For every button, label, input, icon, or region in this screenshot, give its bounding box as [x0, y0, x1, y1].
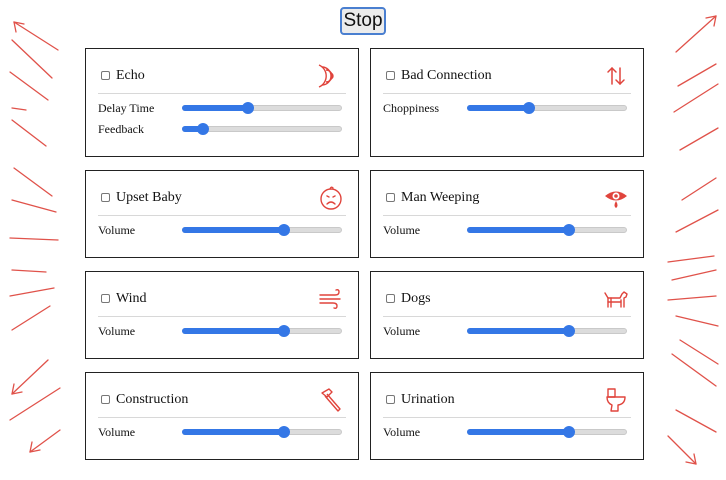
- card-title: Upset Baby: [116, 190, 182, 205]
- stop-button[interactable]: Stop: [340, 7, 386, 35]
- choppiness-slider[interactable]: [467, 102, 627, 114]
- control-label: Volume: [383, 425, 421, 439]
- control-row: Delay Time: [98, 100, 342, 116]
- construction-volume-slider[interactable]: [182, 426, 342, 438]
- control-label: Volume: [98, 223, 136, 237]
- card-header: Construction: [98, 387, 346, 418]
- effect-card-upset-baby: Upset Baby Volume: [85, 170, 359, 258]
- card-title: Construction: [116, 392, 189, 407]
- effect-checkbox-wind[interactable]: [101, 294, 110, 303]
- slider-thumb[interactable]: [563, 426, 576, 438]
- echo-waves-icon: [318, 63, 344, 89]
- effect-card-construction: Construction Volume: [85, 372, 359, 460]
- delay-time-slider[interactable]: [182, 102, 342, 114]
- effect-checkbox-bad-connection[interactable]: [386, 71, 395, 80]
- card-header: Man Weeping: [383, 185, 631, 216]
- man-weeping-volume-slider[interactable]: [467, 224, 627, 236]
- up-down-arrows-icon: [603, 63, 629, 89]
- control-label: Volume: [383, 324, 421, 338]
- urination-volume-slider[interactable]: [467, 426, 627, 438]
- card-title: Urination: [401, 392, 455, 407]
- card-header: Urination: [383, 387, 631, 418]
- slider-thumb[interactable]: [196, 123, 209, 135]
- control-row: Volume: [383, 222, 627, 238]
- slider-thumb[interactable]: [278, 325, 291, 337]
- control-row: Volume: [383, 323, 627, 339]
- card-title: Wind: [116, 291, 147, 306]
- control-row: Volume: [98, 222, 342, 238]
- card-header: Dogs: [383, 286, 631, 317]
- dogs-volume-slider[interactable]: [467, 325, 627, 337]
- card-title: Bad Connection: [401, 68, 492, 83]
- crying-eye-icon: [603, 185, 629, 211]
- effect-checkbox-construction[interactable]: [101, 395, 110, 404]
- effect-card-man-weeping: Man Weeping Volume: [370, 170, 644, 258]
- control-row: Choppiness: [383, 100, 627, 116]
- effect-card-echo: Echo Delay Time Feedback: [85, 48, 359, 157]
- effect-checkbox-urination[interactable]: [386, 395, 395, 404]
- control-label: Volume: [98, 425, 136, 439]
- slider-thumb[interactable]: [278, 426, 291, 438]
- wind-volume-slider[interactable]: [182, 325, 342, 337]
- card-header: Upset Baby: [98, 185, 346, 216]
- control-label: Volume: [383, 223, 421, 237]
- control-label: Volume: [98, 324, 136, 338]
- effect-checkbox-upset-baby[interactable]: [101, 193, 110, 202]
- toilet-icon: [603, 387, 629, 413]
- upset-baby-volume-slider[interactable]: [182, 224, 342, 236]
- slider-thumb[interactable]: [563, 224, 576, 236]
- effect-card-urination: Urination Volume: [370, 372, 644, 460]
- card-title: Man Weeping: [401, 190, 480, 205]
- wind-icon: [318, 286, 344, 312]
- upset-face-icon: [318, 185, 344, 211]
- control-label: Delay Time: [98, 101, 155, 115]
- control-row: Volume: [98, 424, 342, 440]
- effect-card-dogs: Dogs Volume: [370, 271, 644, 359]
- control-row: Volume: [98, 323, 342, 339]
- effect-checkbox-man-weeping[interactable]: [386, 193, 395, 202]
- slider-thumb[interactable]: [523, 102, 536, 114]
- card-header: Wind: [98, 286, 346, 317]
- effect-checkbox-echo[interactable]: [101, 71, 110, 80]
- hammer-icon: [318, 387, 344, 413]
- control-row: Feedback: [98, 121, 342, 137]
- control-label: Feedback: [98, 122, 144, 136]
- slider-thumb[interactable]: [563, 325, 576, 337]
- card-title: Dogs: [401, 291, 431, 306]
- control-row: Volume: [383, 424, 627, 440]
- effect-checkbox-dogs[interactable]: [386, 294, 395, 303]
- card-title: Echo: [116, 68, 145, 83]
- effect-card-wind: Wind Volume: [85, 271, 359, 359]
- card-header: Bad Connection: [383, 63, 631, 94]
- effect-card-bad-connection: Bad Connection Choppiness: [370, 48, 644, 157]
- feedback-slider[interactable]: [182, 123, 342, 135]
- control-label: Choppiness: [383, 101, 440, 115]
- slider-thumb[interactable]: [278, 224, 291, 236]
- slider-thumb[interactable]: [241, 102, 254, 114]
- dog-icon: [603, 286, 629, 312]
- card-header: Echo: [98, 63, 346, 94]
